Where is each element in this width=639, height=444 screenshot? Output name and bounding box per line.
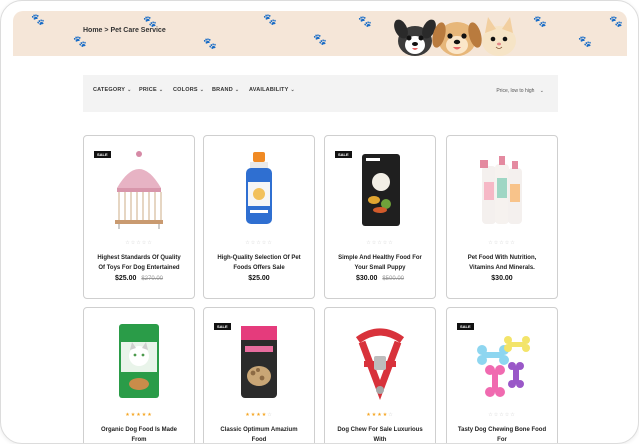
product-card[interactable]: SALE ☆☆☆☆☆ Simple And Healthy Food For Y… — [324, 135, 436, 299]
paw-print-icon: 🐾 — [533, 16, 547, 28]
rating-stars: ★★★★☆ — [366, 412, 394, 418]
pet-care-bottles-image — [480, 156, 522, 224]
paw-print-icon: 🐾 — [358, 16, 372, 28]
rating-stars: ☆☆☆☆☆ — [245, 240, 273, 246]
product-card[interactable]: ☆☆☆☆☆ High-Quality Selection Of Pet Food… — [203, 135, 315, 299]
browser-frame: 🐾 🐾 🐾 🐾 🐾 🐾 🐾 🐾 🐾 🐾 Home > Pet Care Serv… — [0, 0, 639, 444]
chevron-down-icon: ⌄ — [158, 87, 164, 93]
chevron-down-icon: ⌄ — [539, 88, 544, 94]
filter-label: PRICE — [139, 87, 157, 93]
pet-shampoo-bottle-image — [246, 152, 272, 224]
filter-brand[interactable]: BRAND ⌄ — [212, 87, 239, 93]
filter-label: COLORS — [173, 87, 198, 93]
paw-print-icon: 🐾 — [578, 36, 592, 48]
product-card[interactable]: SALE ☆☆☆☆☆ Highest Standards Of Quality … — [83, 135, 195, 299]
rating-stars: ☆☆☆☆☆ — [488, 240, 516, 246]
product-price: $30.00 — [491, 275, 513, 282]
treat-pouch-image — [241, 326, 277, 398]
cat-food-bag-image — [119, 324, 159, 398]
product-title[interactable]: Simple And Healthy Food For Your Small P… — [335, 253, 425, 273]
product-title[interactable]: High-Quality Selection Of Pet Foods Offe… — [214, 253, 304, 273]
product-price: $25.00 — [248, 275, 270, 282]
breadcrumb: Home > Pet Care Service — [83, 27, 166, 34]
product-title[interactable]: Classic Optimum Amazium Food — [214, 425, 304, 443]
sale-badge: SALE — [457, 323, 474, 330]
product-card[interactable]: ★★★★☆ Dog Chew For Sale Luxurious With — [324, 307, 436, 443]
filter-label: AVAILABILITY — [249, 87, 289, 93]
chevron-down-icon: ⌄ — [199, 87, 205, 93]
product-title[interactable]: Dog Chew For Sale Luxurious With — [335, 425, 425, 443]
filter-label: CATEGORY — [93, 87, 126, 93]
filter-label: BRAND — [212, 87, 233, 93]
paw-print-icon: 🐾 — [73, 36, 87, 48]
filter-colors[interactable]: COLORS ⌄ — [173, 87, 204, 93]
sort-label: Price, low to high — [496, 88, 535, 94]
filter-category[interactable]: CATEGORY ⌄ — [93, 87, 132, 93]
filter-availability[interactable]: AVAILABILITY ⌄ — [249, 87, 295, 93]
sale-badge: SALE — [214, 323, 231, 330]
product-price-row: $25.00 — [204, 275, 314, 282]
product-price-row: $25.00 $270.00 — [84, 275, 194, 282]
rating-stars: ★★★★★ — [125, 412, 153, 418]
chevron-down-icon: ⌄ — [127, 87, 132, 93]
product-card[interactable]: ★★★★★ Organic Dog Food Is Made From — [83, 307, 195, 443]
rating-stars: ☆☆☆☆☆ — [125, 240, 153, 246]
product-old-price: $500.00 — [382, 276, 405, 282]
dog-harness-image — [355, 328, 405, 400]
breadcrumb-separator: > — [104, 27, 109, 34]
product-price: $25.00 — [114, 275, 137, 282]
product-title[interactable]: Pet Food With Nutrition, Vitamins And Mi… — [457, 253, 547, 273]
product-card[interactable]: SALE ★★★★☆ Classic Optimum Amazium Food — [203, 307, 315, 443]
filter-price[interactable]: PRICE ⌄ — [139, 87, 163, 93]
rating-stars: ☆☆☆☆☆ — [488, 412, 516, 418]
birdcage-image — [115, 151, 163, 229]
product-price-row: $30.00 $500.00 — [325, 275, 435, 282]
chevron-down-icon: ⌄ — [234, 87, 240, 93]
product-price: $30.00 — [355, 275, 378, 282]
sale-badge: SALE — [335, 151, 352, 158]
product-price-row: $30.00 — [447, 275, 557, 282]
filter-bar: CATEGORY ⌄ PRICE ⌄ COLORS ⌄ BRAND ⌄ AVAILABI… — [83, 75, 558, 112]
paw-print-icon: 🐾 — [31, 14, 45, 26]
sale-badge: SALE — [94, 151, 111, 158]
product-title[interactable]: Highest Standards Of Quality Of Toys For… — [94, 253, 184, 273]
rating-stars: ★★★★☆ — [245, 412, 273, 418]
product-title[interactable]: Tasty Dog Chewing Bone Food For — [457, 425, 547, 443]
paw-print-icon: 🐾 — [609, 16, 623, 28]
chevron-down-icon: ⌄ — [290, 87, 295, 93]
product-card[interactable]: ☆☆☆☆☆ Pet Food With Nutrition, Vitamins … — [446, 135, 558, 299]
paw-print-icon: 🐾 — [203, 38, 217, 50]
product-card[interactable]: SALE ☆☆☆☆☆ Tasty Dog Chewing Bone Food F… — [446, 307, 558, 443]
paw-print-icon: 🐾 — [263, 14, 277, 26]
sort-select[interactable]: Price, low to high ⌄ — [496, 88, 544, 94]
pets-illustration — [394, 17, 516, 56]
rating-stars: ☆☆☆☆☆ — [366, 240, 394, 246]
page-banner: 🐾 🐾 🐾 🐾 🐾 🐾 🐾 🐾 🐾 🐾 Home > Pet Care Serv… — [13, 11, 627, 56]
paw-print-icon: 🐾 — [313, 34, 327, 46]
breadcrumb-current: Pet Care Service — [110, 27, 166, 34]
product-old-price: $270.00 — [141, 276, 164, 282]
puppy-food-bag-image — [362, 154, 400, 226]
chew-bone-toys-image — [477, 336, 530, 397]
product-title[interactable]: Organic Dog Food Is Made From — [94, 425, 184, 443]
breadcrumb-home-link[interactable]: Home — [83, 27, 102, 34]
